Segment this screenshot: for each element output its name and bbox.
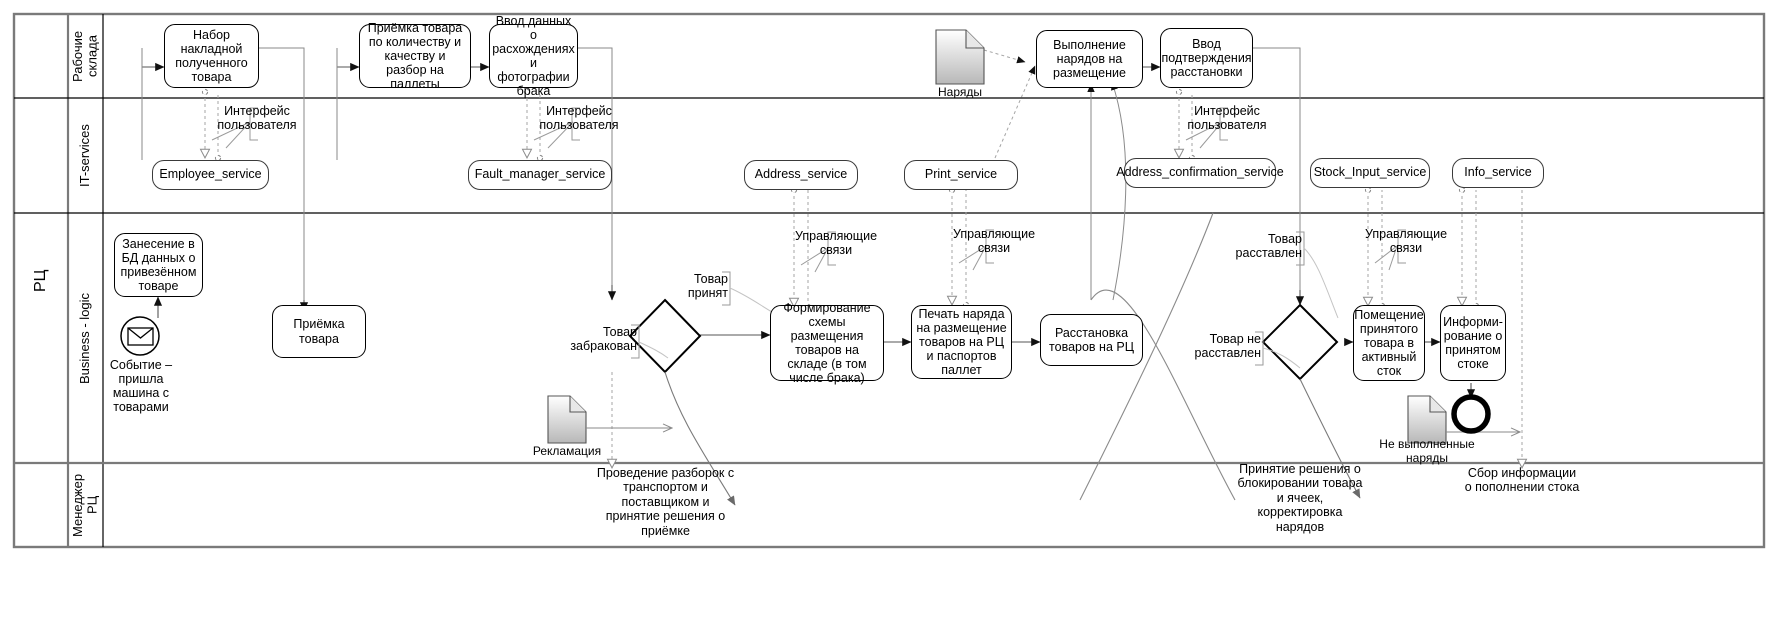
task-informirovanie-o-stoke[interactable]: Информи-рование о принятом стоке [1440, 305, 1506, 381]
task-formirovanie-shemy[interactable]: Формирование схемы размещения товаров на… [770, 301, 884, 385]
task-vvod-dannyh-rashozhdeniya[interactable]: Ввод данных о расхождениях и фотографии … [489, 14, 578, 98]
flow-label-goods-placed: Товар расставлен [1235, 232, 1302, 261]
bpmn-diagram-canvas: РЦ Рабочие склада IT-services Business -… [0, 0, 1778, 636]
service-address[interactable]: Address_service [744, 160, 858, 190]
start-event-message [120, 316, 160, 356]
task-pechat-naryada[interactable]: Печать наряда на размещение товаров на Р… [911, 305, 1012, 379]
lane-label-workers: Рабочие склада [69, 30, 100, 82]
document-naryady-icon [935, 29, 985, 85]
document-reklamaciya-icon [547, 395, 672, 444]
manager-note-blocking-decision: Принятие решения о блокировании товара и… [1237, 462, 1363, 534]
lane-label-manager: Менеджер РЦ [69, 473, 100, 537]
document-label-unfinished-orders: Не выполненные наряды [1379, 437, 1475, 465]
task-zanesenie-v-bd[interactable]: Занесение в БД данных о привезённом това… [114, 233, 203, 297]
annotation-user-interface-2: Интерфейс пользователя [539, 104, 619, 133]
flow-label-goods-rejected: Товар забракован [570, 325, 637, 354]
lane-label-business-logic: Business - logic [77, 292, 93, 384]
annotation-user-interface-1: Интерфейс пользователя [217, 104, 297, 133]
manager-note-acceptance-dispute: Проведение разборок с транспортом и пост… [596, 466, 735, 538]
document-label-reklamaciya: Рекламация [532, 444, 602, 458]
service-print[interactable]: Print_service [904, 160, 1018, 190]
task-priemka-tovara[interactable]: Приёмка товара [272, 305, 366, 358]
service-info[interactable]: Info_service [1452, 158, 1544, 188]
association-links [199, 49, 1528, 469]
service-fault-manager[interactable]: Fault_manager_service [468, 160, 612, 190]
annotation-control-links-2: Управляющие связи [952, 227, 1036, 256]
annotation-control-links-3: Управляющие связи [1364, 227, 1448, 256]
lane-label-it-services: IT-services [77, 124, 93, 187]
start-event-label: Событие – пришла машина с товарами [109, 358, 173, 415]
task-rasstanovka-tovarov[interactable]: Расстановка товаров на РЦ [1040, 314, 1143, 366]
annotation-user-interface-3: Интерфейс пользователя [1187, 104, 1267, 133]
document-label-naryady: Наряды [937, 85, 982, 99]
diagram-connectors-layer [12, 12, 1766, 549]
service-stock-input[interactable]: Stock_Input_service [1310, 158, 1430, 188]
task-priemka-po-kolichestvu[interactable]: Приёмка товара по количеству и качеству … [359, 21, 471, 91]
service-address-confirmation[interactable]: Address_confirmation_service [1116, 158, 1284, 188]
task-nabor-nakladnoy[interactable]: Набор накладной полученного товара [164, 24, 259, 88]
manager-note-stock-info: Сбор информации о пополнении стока [1464, 466, 1580, 495]
flow-label-goods-not-placed: Товар не расставлен [1194, 332, 1261, 361]
task-vvod-podtverzhdeniya[interactable]: Ввод подтверждения расстановки [1160, 28, 1253, 88]
task-pomeshchenie-v-aktivnyy-stok[interactable]: Помещение принятого товара в активный ст… [1353, 305, 1425, 381]
annotation-control-links-1: Управляющие связи [794, 229, 878, 258]
gateway-goods-accepted [628, 298, 702, 374]
end-event [1451, 394, 1491, 434]
task-vypolnenie-naryadov[interactable]: Выполнение нарядов на размещение [1036, 30, 1143, 88]
pool-label: РЦ [32, 269, 50, 292]
flow-label-goods-accepted: Товар принят [687, 272, 728, 301]
service-employee[interactable]: Employee_service [152, 160, 269, 190]
long-curve-to-execute-task [1087, 81, 1127, 301]
